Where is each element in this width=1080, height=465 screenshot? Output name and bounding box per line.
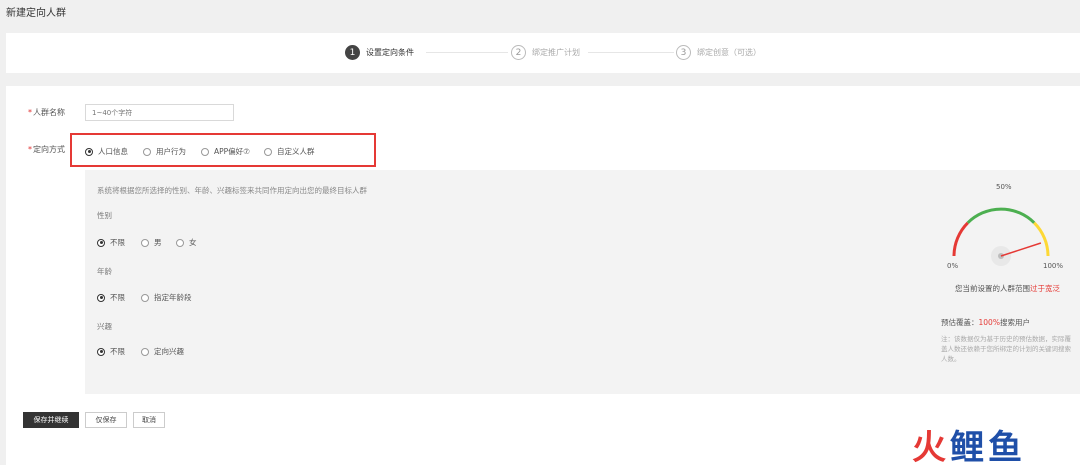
age-radio-range[interactable]: 指定年龄段 [141,292,192,303]
coverage-gauge [952,207,1050,266]
gauge-arc-high [1033,221,1050,257]
radio-icon [141,293,149,302]
gauge-arc-mid [966,207,1036,224]
step-1: 1 设置定向条件 [345,45,414,60]
interest-radio-any[interactable]: 不限 [97,346,125,357]
age-radio-any[interactable]: 不限 [97,292,125,303]
method-radio-app[interactable]: APP偏好⑦ [201,146,250,157]
gauge-status-warning: 过于宽泛 [1030,284,1060,293]
radio-checked-icon [97,347,105,356]
form-card: *人群名称 *定向方式 人口信息 用户行为 APP偏好⑦ 自定义人群 系统将根据… [6,86,1080,465]
step-1-number: 1 [345,45,360,60]
coverage-value: 100% [978,318,1000,327]
radio-icon [141,238,149,247]
watermark-logo: 火鲤鱼 [912,428,1026,465]
radio-checked-icon [85,147,93,156]
gender-radio-male[interactable]: 男 [141,237,162,248]
step-3-number: 3 [676,45,691,60]
radio-icon [176,238,184,247]
save-only-button[interactable]: 仅保存 [85,412,127,428]
gauge-arc-low [952,221,969,257]
gauge-min-label: 0% [947,262,959,270]
gauge-max-label: 100% [1043,262,1064,270]
gauge-status-text: 您当前设置的人群范围过于宽泛 [955,284,1060,293]
radio-icon [201,147,209,156]
save-and-continue-button[interactable]: 保存并继续 [23,412,79,428]
gender-label: 性别 [97,211,112,220]
step-3: 3 绑定创意（可选） [676,45,761,60]
method-radio-behavior[interactable]: 用户行为 [143,146,186,157]
step-1-label: 设置定向条件 [366,48,414,57]
gender-radio-any[interactable]: 不限 [97,237,125,248]
cancel-button[interactable]: 取消 [133,412,165,428]
radio-icon [141,347,149,356]
name-field-label: *人群名称 [28,108,65,117]
coverage-estimate: 预估覆盖：100%搜索用户 [941,318,1030,327]
gender-radio-female[interactable]: 女 [176,237,197,248]
method-radio-demographic[interactable]: 人口信息 [85,146,128,157]
step-connector-2 [588,52,674,53]
name-input[interactable] [85,104,234,121]
panel-description: 系统将根据您所选择的性别、年龄、兴趣标签来共同作用定向出您的最终目标人群 [97,186,367,195]
coverage-note: 注：该数据仅为基于历史的预估数据，实际覆盖人数还依赖于您所绑定的计划的关键词搜索… [941,335,1071,363]
radio-checked-icon [97,238,105,247]
radio-icon [264,147,272,156]
step-2-number: 2 [511,45,526,60]
gauge-top-label: 50% [996,183,1012,191]
interest-radio-custom[interactable]: 定向兴趣 [141,346,184,357]
radio-icon [143,147,151,156]
radio-checked-icon [97,293,105,302]
age-label: 年龄 [97,267,112,276]
step-2: 2 绑定推广计划 [511,45,580,60]
step-3-label: 绑定创意（可选） [697,48,761,57]
method-field-label: *定向方式 [28,145,65,154]
step-2-label: 绑定推广计划 [532,48,580,57]
step-connector-1 [426,52,508,53]
page-title: 新建定向人群 [6,8,66,19]
steps-bar: 1 设置定向条件 2 绑定推广计划 3 绑定创意（可选） [6,33,1080,73]
method-radio-custom[interactable]: 自定义人群 [264,146,315,157]
interest-label: 兴趣 [97,322,112,331]
demographic-panel: 系统将根据您所选择的性别、年龄、兴趣标签来共同作用定向出您的最终目标人群 性别 … [85,170,1080,394]
